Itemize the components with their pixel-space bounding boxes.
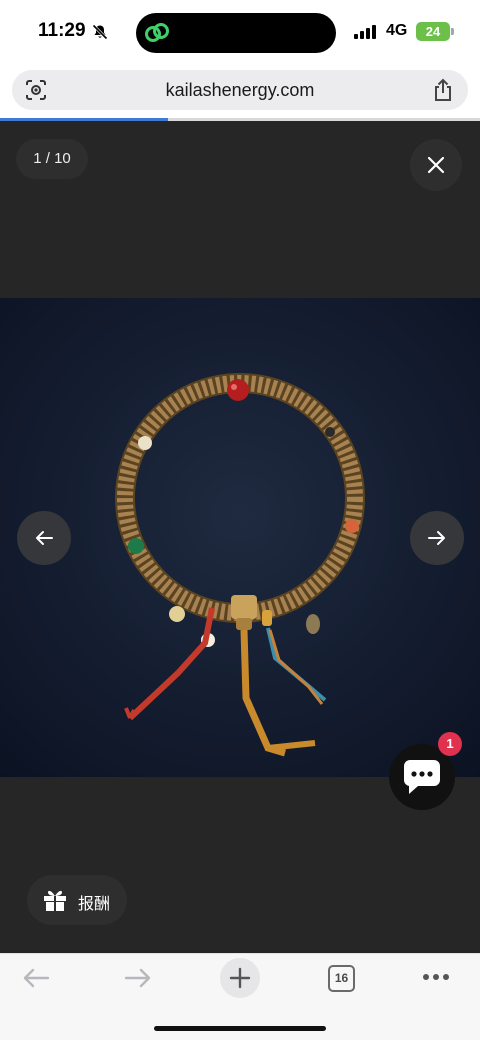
chat-badge: 1 <box>438 732 462 756</box>
arrow-left-icon <box>36 531 53 545</box>
network-type: 4G <box>386 22 408 39</box>
address-bar[interactable]: kailashenergy.com <box>12 70 468 110</box>
status-bar: 11:29 4G 24 <box>0 0 480 64</box>
image-counter: 1 / 10 <box>16 139 88 179</box>
browser-toolbar: 16 <box>0 953 480 1040</box>
reward-button[interactable]: 报酬 <box>27 875 127 925</box>
product-photo <box>0 298 480 777</box>
back-icon[interactable] <box>21 966 51 990</box>
dynamic-island <box>136 13 336 53</box>
arrow-right-icon <box>428 531 445 545</box>
address-area: kailashenergy.com <box>0 64 480 120</box>
tab-switcher-button[interactable]: 16 <box>328 965 355 992</box>
forward-icon[interactable] <box>123 966 153 990</box>
signal-icon <box>354 25 376 39</box>
status-time: 11:29 <box>38 20 86 41</box>
more-icon[interactable] <box>421 972 451 982</box>
bell-muted-icon <box>92 24 108 40</box>
battery-tip <box>451 28 454 35</box>
battery-level: 24 <box>416 22 450 41</box>
home-indicator <box>154 1026 326 1031</box>
link-icon <box>145 23 169 42</box>
share-icon[interactable] <box>432 78 454 102</box>
next-image-button[interactable] <box>410 511 464 565</box>
gift-icon <box>44 890 66 911</box>
new-tab-button[interactable] <box>220 958 260 998</box>
close-button[interactable] <box>410 139 462 191</box>
close-icon <box>427 156 445 174</box>
previous-image-button[interactable] <box>17 511 71 565</box>
image-lightbox: 1 / 10 1 报酬 <box>0 121 480 953</box>
url-text[interactable]: kailashenergy.com <box>12 70 468 110</box>
reward-label: 报酬 <box>78 894 111 913</box>
plus-icon <box>229 967 251 989</box>
